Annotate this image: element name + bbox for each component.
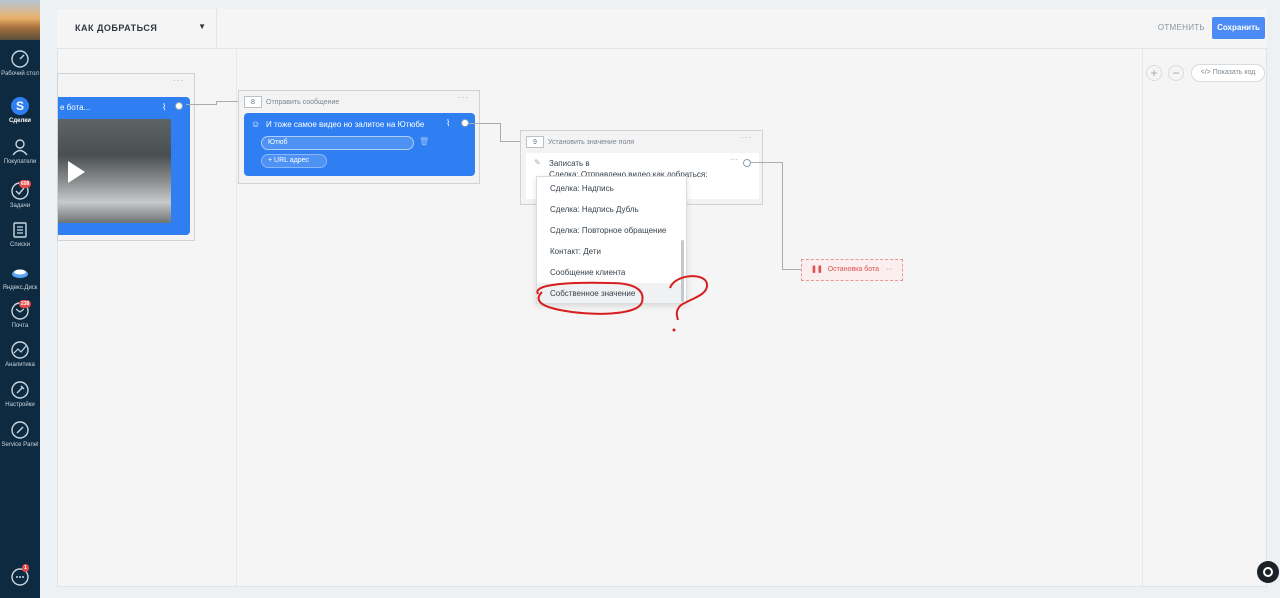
button-chip[interactable]: Ютюб — [261, 136, 414, 150]
annotation-scribble — [536, 275, 709, 332]
connector-line — [186, 104, 216, 105]
sidebar-item-dashboard[interactable]: Рабочий стол — [0, 49, 40, 78]
sidebar-item-label: Рабочий стол — [1, 71, 39, 77]
zoom-in-button[interactable]: + — [1146, 65, 1162, 81]
sidebar-item-analytics[interactable]: Аналитика — [0, 340, 40, 369]
support-icon — [1263, 567, 1273, 577]
dropdown-option[interactable]: Контакт: Дети — [537, 241, 683, 262]
tasks-badge: 608 — [19, 180, 32, 188]
deals-icon: S — [11, 97, 29, 115]
block-menu-icon[interactable]: ··· — [741, 133, 752, 142]
dropdown-option[interactable]: Сделка: Надпись — [537, 178, 683, 199]
sidebar-item-tasks[interactable]: Задачи 608 — [0, 180, 40, 210]
block-number: 9 — [526, 136, 544, 148]
connector-line — [216, 101, 238, 102]
node-menu-icon[interactable]: ··· — [886, 260, 893, 280]
connector-line — [782, 162, 783, 270]
block-title: Установить значение поля — [548, 139, 635, 146]
dropdown-option[interactable]: Сделка: Надпись Дубль — [537, 199, 683, 220]
add-url-button[interactable]: + URL адрес — [261, 154, 327, 168]
connector-line — [500, 123, 501, 141]
message-text[interactable]: И тоже самое видео но залитое на Ютюбе — [266, 120, 424, 129]
sidebar-item-label: Аналитика — [5, 362, 35, 368]
sidebar-item-mail[interactable]: Почта 238 — [0, 300, 40, 330]
sidebar-item-label: Списки — [10, 242, 30, 248]
sidebar-item-customers[interactable]: Покупатели — [0, 137, 40, 166]
attachment-icon[interactable]: ⌇ — [446, 118, 450, 129]
editor-header: КАК ДОБРАТЬСЯ ▼ ОТМЕНИТЬ Сохранить — [57, 9, 1267, 49]
grid-line — [1142, 10, 1143, 588]
row-menu-icon[interactable]: ··· — [730, 155, 738, 164]
sidebar-item-label: Сделки — [9, 118, 31, 124]
sidebar-chat[interactable]: 1 — [0, 564, 40, 589]
stop-bot-node[interactable]: ❚❚ Остановка бота ··· — [801, 259, 903, 281]
sidebar-item-settings[interactable]: Настройки — [0, 380, 40, 409]
sidebar-item-label: Яндекс.Диск — [2, 285, 38, 291]
pipeline-title: КАК ДОБРАТЬСЯ — [75, 23, 158, 33]
mail-badge: 238 — [19, 300, 32, 308]
output-port[interactable] — [175, 102, 183, 110]
support-widget-button[interactable] — [1257, 561, 1279, 583]
user-avatar[interactable] — [0, 0, 40, 40]
sidebar-item-service-panel[interactable]: Service Panel — [0, 420, 40, 449]
write-to-label: Записать в — [549, 159, 590, 168]
svg-text:S: S — [16, 99, 24, 113]
chevron-down-icon: ▼ — [198, 22, 206, 31]
block-header: 8 Отправить сообщение — [244, 96, 339, 108]
analytics-icon — [11, 341, 29, 359]
video-message-block[interactable]: ··· е бота... ⌇ — [57, 73, 195, 241]
dashboard-icon — [11, 50, 29, 68]
customers-icon — [12, 139, 28, 156]
connector-line — [500, 141, 520, 142]
cancel-button[interactable]: ОТМЕНИТЬ — [1158, 23, 1205, 32]
sidebar-item-lists[interactable]: Списки — [0, 220, 40, 249]
sidebar-item-label: Почта — [11, 323, 29, 329]
trash-icon[interactable]: 🗑 — [419, 137, 429, 146]
dropdown-option[interactable]: Сделка: Повторное обращение — [537, 220, 683, 241]
block-title: Отправить сообщение — [266, 99, 340, 106]
settings-icon — [11, 381, 29, 399]
sidebar-item-deals[interactable]: S Сделки — [0, 96, 40, 125]
block-number: 8 — [244, 96, 262, 108]
lists-icon — [13, 222, 27, 238]
connector-line — [782, 269, 801, 270]
attachment-icon[interactable]: ⌇ — [162, 102, 166, 113]
sidebar-item-label: Service Panel — [1, 442, 39, 448]
pause-icon: ❚❚ — [811, 266, 823, 273]
connector-line — [751, 162, 783, 163]
zoom-out-button[interactable]: − — [1168, 65, 1184, 81]
yandex-disk-icon — [12, 269, 28, 278]
connector-line — [468, 123, 500, 124]
message-caption: е бота... — [60, 103, 91, 112]
left-sidebar: Рабочий стол S Сделки Покупатели Задачи … — [0, 0, 40, 598]
block-menu-icon[interactable]: ··· — [173, 76, 184, 85]
pipeline-select[interactable]: КАК ДОБРАТЬСЯ ▼ — [75, 9, 217, 49]
grid-line — [236, 10, 237, 588]
service-panel-icon — [11, 421, 29, 439]
show-code-button[interactable]: </> Показать код — [1191, 64, 1265, 82]
stop-bot-label: Остановка бота — [827, 266, 880, 273]
sidebar-item-label: Покупатели — [3, 159, 37, 165]
sidebar-item-label: Настройки — [5, 402, 35, 408]
save-button[interactable]: Сохранить — [1212, 17, 1265, 39]
sidebar-item-yandex-disk[interactable]: Яндекс.Диск — [0, 263, 40, 292]
chat-badge: 1 — [22, 564, 29, 572]
video-message-card[interactable]: е бота... ⌇ — [58, 97, 190, 235]
message-card[interactable]: ☺ И тоже самое видео но залитое на Ютюбе… — [244, 113, 475, 176]
block-header: 9 Установить значение поля — [526, 136, 634, 148]
video-thumbnail[interactable] — [58, 119, 171, 223]
sidebar-item-label: Задачи — [9, 203, 31, 209]
block-menu-icon[interactable]: ··· — [458, 93, 469, 102]
send-message-block[interactable]: 8 Отправить сообщение ··· ☺ И тоже самое … — [238, 90, 480, 184]
play-icon[interactable] — [68, 161, 85, 183]
output-port[interactable] — [743, 159, 751, 167]
edit-pencil-icon[interactable]: ✎ — [534, 158, 541, 167]
emoji-icon[interactable]: ☺ — [251, 119, 260, 129]
